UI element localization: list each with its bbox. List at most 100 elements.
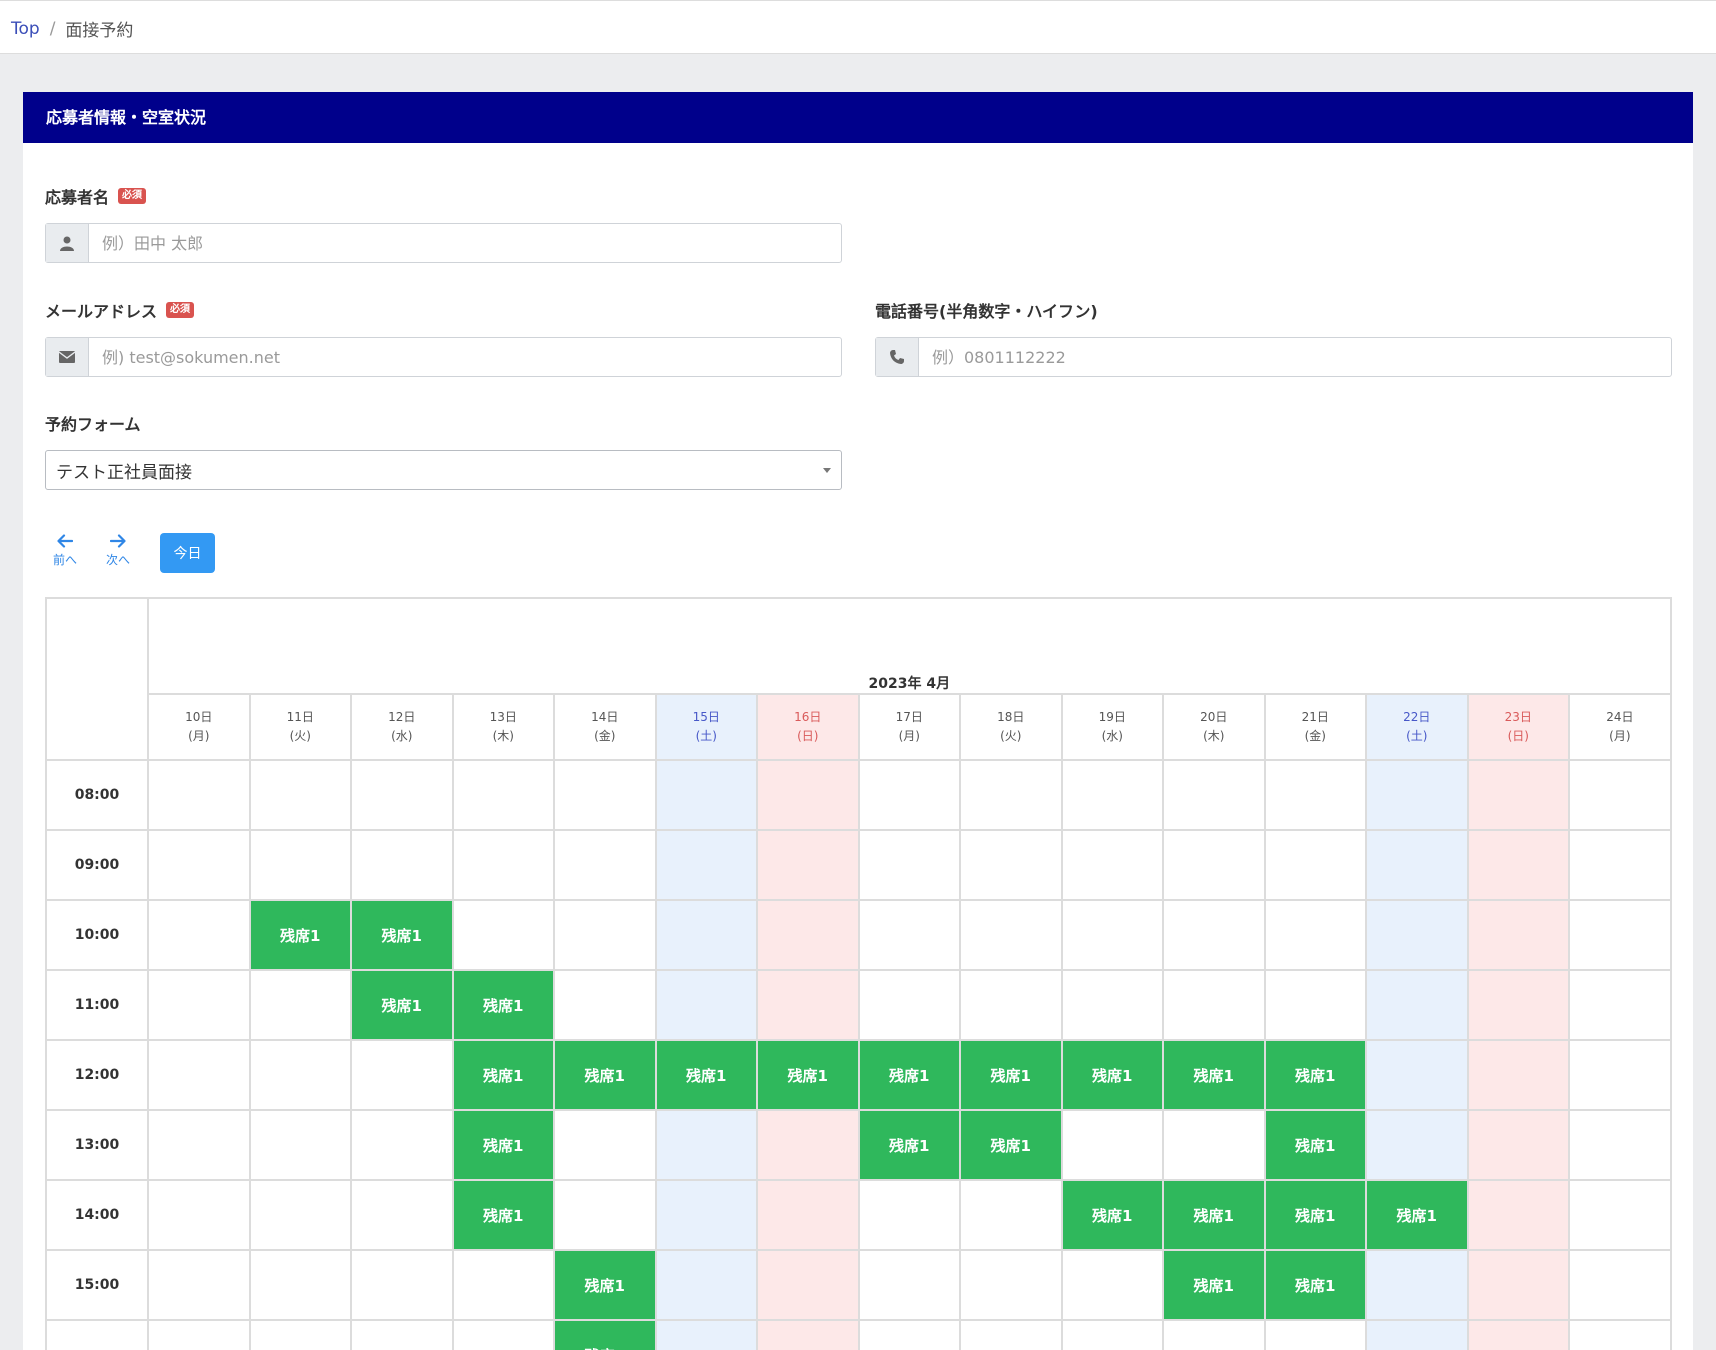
time-row: 15:00 残席1 残席1 残席1 [45,1249,1672,1321]
day-weekday: (木) [492,729,514,743]
available-slot[interactable]: 残席1 [553,1039,657,1111]
empty-slot [959,1319,1063,1350]
empty-slot [1060,759,1164,831]
phone-input[interactable] [919,338,1671,376]
day-date: 18日 [997,710,1025,724]
email-label-row: メールアドレス 必須 [45,298,195,322]
panel-title: 応募者情報・空室状況 [23,92,1693,143]
available-slot[interactable]: 残席1 [756,1039,860,1111]
day-date: 13日 [489,710,517,724]
day-header: 11日 (火) [248,693,352,761]
empty-slot [553,759,657,831]
empty-slot [959,1179,1063,1251]
available-slot[interactable]: 残席1 [959,1109,1063,1181]
empty-slot [1466,759,1570,831]
available-slot[interactable]: 残席1 [1263,1249,1367,1321]
day-date: 10日 [185,710,213,724]
available-slot[interactable]: 残席1 [553,1249,657,1321]
day-date: 21日 [1301,710,1329,724]
empty-slot [1162,1319,1266,1350]
available-slot[interactable]: 残席1 [248,899,352,971]
available-slot[interactable]: 残席1 [1263,1179,1367,1251]
empty-slot [1060,1109,1164,1181]
empty-slot [1060,829,1164,901]
empty-slot [756,899,860,971]
available-slot[interactable]: 残席1 [1162,1039,1266,1111]
empty-slot [1466,969,1570,1041]
empty-slot [756,1109,860,1181]
available-slot[interactable]: 残席1 [1263,1039,1367,1111]
day-header: 16日 (日) [756,693,860,761]
empty-slot [959,899,1063,971]
available-slot[interactable]: 残席1 [350,969,454,1041]
available-slot[interactable]: 残席1 [1060,1179,1164,1251]
required-badge: 必須 [166,302,195,318]
breadcrumb-current: 面接予約 [65,21,134,41]
empty-slot [1365,759,1469,831]
available-slot[interactable]: 残席1 [1263,1109,1367,1181]
empty-slot [147,1109,251,1181]
empty-slot [451,1249,555,1321]
empty-slot [1466,1109,1570,1181]
empty-slot [147,1319,251,1350]
available-slot[interactable]: 残席1 [654,1039,758,1111]
empty-slot [1263,899,1367,971]
available-slot[interactable]: 残席1 [857,1039,961,1111]
available-slot[interactable]: 残席1 [350,899,454,971]
available-slot[interactable]: 残席1 [553,1319,657,1350]
empty-slot [1365,969,1469,1041]
empty-slot [857,899,961,971]
available-slot[interactable]: 残席1 [451,969,555,1041]
available-slot[interactable]: 残席1 [1162,1179,1266,1251]
breadcrumb-home-link[interactable]: Top [11,19,40,39]
available-slot[interactable]: 残席1 [451,1109,555,1181]
available-slot[interactable]: 残席1 [959,1039,1063,1111]
empty-slot [248,1109,352,1181]
empty-slot [553,899,657,971]
name-label-row: 応募者名 必須 [45,184,147,208]
empty-slot [857,1179,961,1251]
empty-slot [248,1039,352,1111]
empty-slot [1568,759,1672,831]
available-slot[interactable]: 残席1 [857,1109,961,1181]
day-weekday: (月) [898,729,920,743]
day-date: 23日 [1504,710,1532,724]
empty-slot [1060,969,1164,1041]
day-header: 21日 (金) [1263,693,1367,761]
empty-slot [1365,899,1469,971]
empty-slot [1365,1109,1469,1181]
email-input[interactable] [89,338,841,376]
name-input-group [45,223,842,263]
empty-slot [553,1109,657,1181]
day-date: 19日 [1098,710,1126,724]
empty-slot [1162,829,1266,901]
reservation-form-select[interactable]: テスト正社員面接 [45,450,842,490]
day-header: 19日 (水) [1060,693,1164,761]
available-slot[interactable]: 残席1 [1162,1249,1266,1321]
time-label: 15:00 [45,1249,149,1321]
empty-slot [1568,1249,1672,1321]
next-button[interactable]: 次へ [106,534,130,568]
time-row: 13:00 残席1 残席1 残席1 残席1 [45,1109,1672,1181]
empty-slot [248,759,352,831]
empty-slot [1466,1319,1570,1350]
day-weekday: (水) [1101,729,1123,743]
day-header: 18日 (火) [959,693,1063,761]
empty-slot [1568,1039,1672,1111]
available-slot[interactable]: 残席1 [1060,1039,1164,1111]
available-slot[interactable]: 残席1 [1365,1179,1469,1251]
empty-slot [857,759,961,831]
next-label: 次へ [106,553,131,567]
today-button[interactable]: 今日 [160,533,215,573]
time-row: 12:00 残席1 残席1 残席1 残席1 残席1 残席1 残席1 残席1 残席1 [45,1039,1672,1111]
empty-slot [147,1179,251,1251]
empty-slot [350,1109,454,1181]
available-slot[interactable]: 残席1 [451,1179,555,1251]
available-slot[interactable]: 残席1 [451,1039,555,1111]
name-input[interactable] [89,224,841,262]
day-date: 16日 [794,710,822,724]
day-weekday: (土) [695,729,717,743]
month-label: 2023年 4月 [147,597,1672,695]
prev-button[interactable]: 前へ [53,534,77,568]
phone-label: 電話番号(半角数字・ハイフン) [875,302,1098,321]
